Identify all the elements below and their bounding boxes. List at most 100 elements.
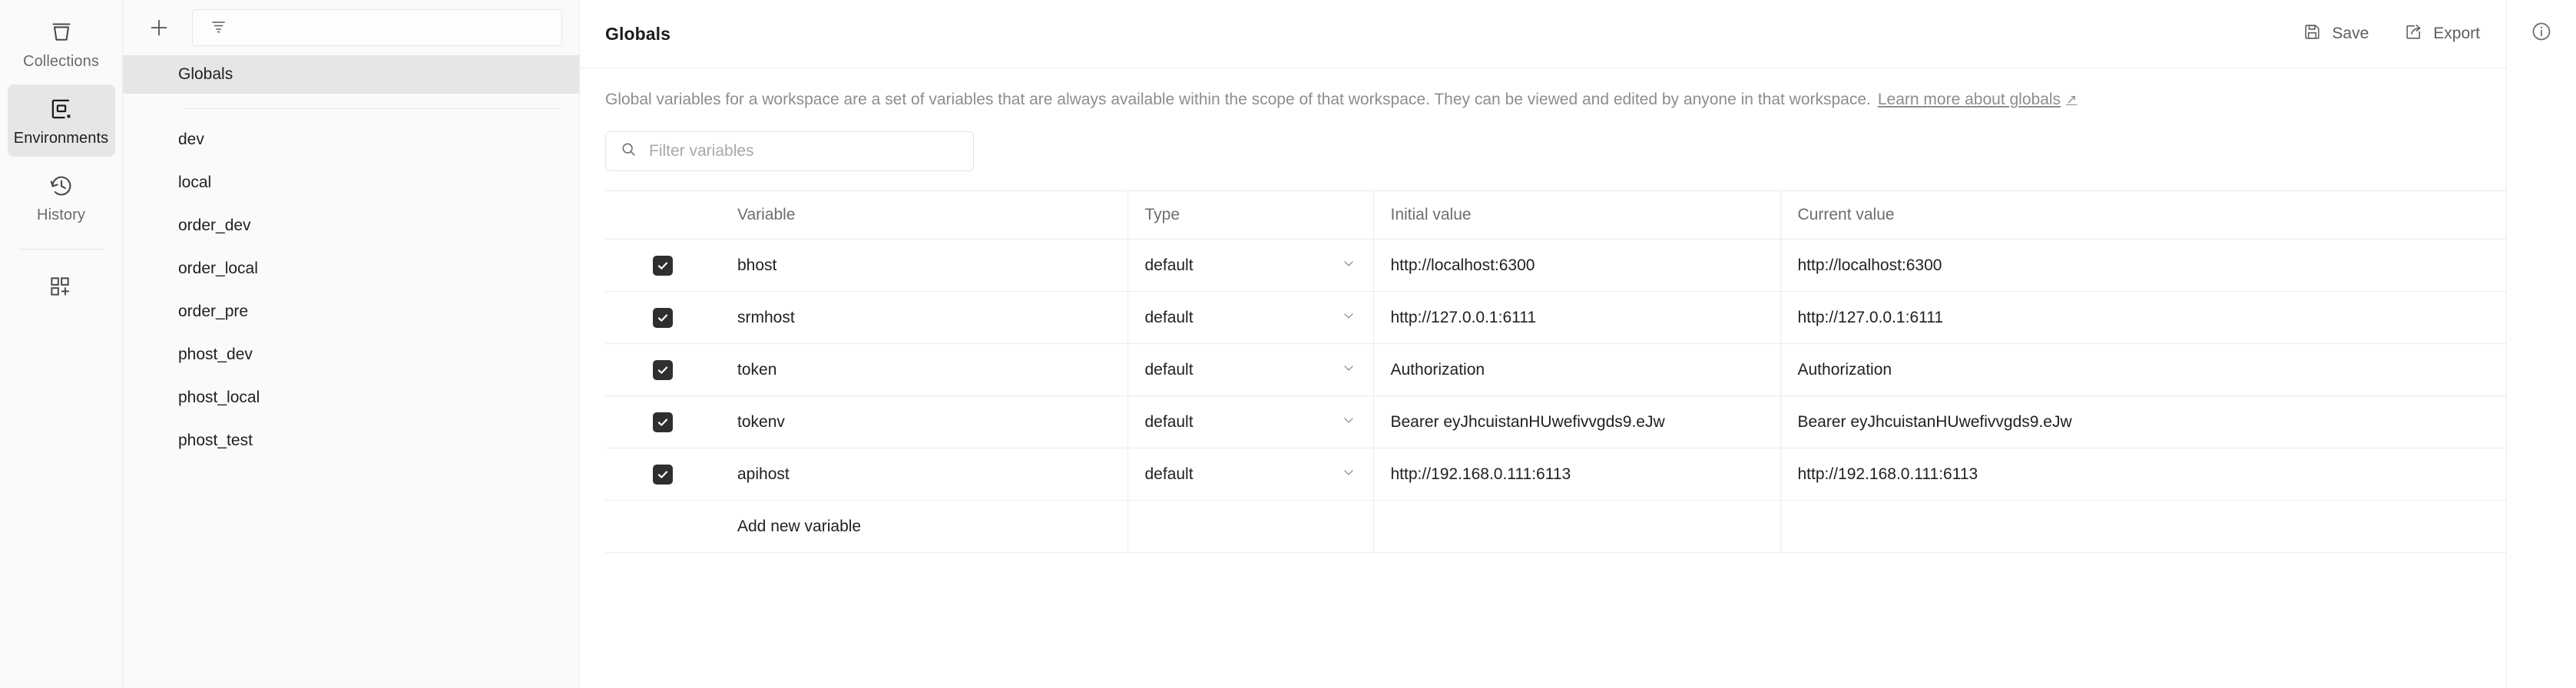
cell-type[interactable]: default xyxy=(1127,343,1374,396)
filter-icon xyxy=(210,17,228,39)
main-content: Globals Save Export Global variables for… xyxy=(580,0,2576,688)
sidebar-item-environments[interactable]: Environments xyxy=(7,84,115,157)
search-icon xyxy=(620,141,637,162)
history-icon xyxy=(48,172,75,200)
export-icon xyxy=(2404,22,2423,46)
chevron-down-icon xyxy=(1341,308,1356,328)
cell-variable[interactable]: apihost xyxy=(720,448,1128,501)
cell-current-value[interactable]: http://127.0.0.1:6111 xyxy=(1780,291,2576,344)
export-label: Export xyxy=(2433,25,2480,42)
table-row: token default Authorization Authorizatio… xyxy=(605,343,2576,396)
environment-label: dev xyxy=(178,131,204,148)
variables-table: Variable Type Initial value Current valu… xyxy=(605,190,2576,553)
environment-item-order-pre[interactable]: order_pre xyxy=(123,290,579,333)
description-row: Global variables for a workspace are a s… xyxy=(580,68,2506,109)
table-body: bhost default http://localhost:6300 http… xyxy=(605,239,2576,553)
environments-list: Globals dev local order_dev order_local … xyxy=(123,55,579,688)
cell-initial-value[interactable]: Bearer eyJhcuistanHUwefivvgds9.eJw xyxy=(1373,395,1781,448)
row-enable-cell xyxy=(605,395,720,448)
cell-variable[interactable]: token xyxy=(720,343,1128,396)
new-grid-icon xyxy=(48,274,75,302)
create-environment-button[interactable] xyxy=(143,12,175,44)
cell-initial-value[interactable]: Authorization xyxy=(1373,343,1781,396)
environment-item-local[interactable]: local xyxy=(123,161,579,204)
rail-divider xyxy=(18,249,104,250)
cell-variable[interactable]: tokenv xyxy=(720,395,1128,448)
column-header-initial-value: Initial value xyxy=(1373,190,1781,240)
row-checkbox[interactable] xyxy=(653,255,673,276)
chevron-down-icon xyxy=(1341,412,1356,432)
row-checkbox[interactable] xyxy=(653,359,673,380)
row-checkbox[interactable] xyxy=(653,412,673,432)
column-header-checkbox xyxy=(605,190,720,240)
table-row: apihost default http://192.168.0.111:611… xyxy=(605,448,2576,501)
cell-type[interactable]: default xyxy=(1127,239,1374,292)
add-new-variable-input[interactable]: Add new variable xyxy=(720,500,1128,553)
row-enable-cell xyxy=(605,291,720,344)
environment-item-order-dev[interactable]: order_dev xyxy=(123,204,579,247)
filter-variables-box[interactable] xyxy=(605,131,974,171)
row-enable-cell xyxy=(605,239,720,292)
row-checkbox[interactable] xyxy=(653,307,673,328)
app-root: Collections Environments History Globals… xyxy=(0,0,2576,688)
sidebar-toolbar xyxy=(123,0,579,55)
page-title: Globals xyxy=(605,23,671,44)
environment-label: order_local xyxy=(178,260,258,277)
learn-more-link[interactable]: Learn more about globals ↗ xyxy=(1878,91,2077,109)
cell-type[interactable]: default xyxy=(1127,395,1374,448)
cell-type-value: default xyxy=(1144,412,1194,431)
export-button[interactable]: Export xyxy=(2404,22,2480,46)
environment-item-phost-local[interactable]: phost_local xyxy=(123,376,579,419)
cell-type-value: default xyxy=(1144,256,1194,274)
environments-filter-button[interactable] xyxy=(192,9,562,46)
environment-item-dev[interactable]: dev xyxy=(123,118,579,161)
environments-sidebar: Globals dev local order_dev order_local … xyxy=(123,0,580,688)
environment-label: phost_test xyxy=(178,432,253,449)
cell-current-value[interactable]: http://localhost:6300 xyxy=(1780,239,2576,292)
new-row-enable-cell xyxy=(605,500,720,553)
environment-item-phost-dev[interactable]: phost_dev xyxy=(123,333,579,376)
info-icon xyxy=(2530,22,2553,46)
table-row: srmhost default http://127.0.0.1:6111 ht… xyxy=(605,291,2576,344)
right-rail xyxy=(2506,0,2576,688)
cell-current-value[interactable]: http://192.168.0.111:6113 xyxy=(1780,448,2576,501)
cell-initial-value[interactable]: http://127.0.0.1:6111 xyxy=(1373,291,1781,344)
new-row-initial-value-cell[interactable] xyxy=(1373,500,1781,553)
row-checkbox[interactable] xyxy=(653,464,673,485)
add-new-variable-row: Add new variable xyxy=(605,500,2576,553)
environment-item-globals[interactable]: Globals xyxy=(123,55,579,94)
environment-label: phost_dev xyxy=(178,346,253,363)
cell-initial-value[interactable]: http://192.168.0.111:6113 xyxy=(1373,448,1781,501)
cell-current-value[interactable]: Bearer eyJhcuistanHUwefivvgds9.eJw xyxy=(1780,395,2576,448)
new-row-type-cell[interactable] xyxy=(1127,500,1374,553)
row-enable-cell xyxy=(605,343,720,396)
chevron-down-icon xyxy=(1341,256,1356,276)
search-input[interactable] xyxy=(649,142,959,160)
rail-label-history: History xyxy=(37,207,85,223)
sidebar-item-history[interactable]: History xyxy=(8,161,115,233)
sidebar-item-collections[interactable]: Collections xyxy=(8,8,115,80)
variables-table-wrap: Variable Type Initial value Current valu… xyxy=(580,171,2576,553)
environment-label: order_dev xyxy=(178,217,251,234)
cell-type-value: default xyxy=(1144,360,1194,379)
main-header: Globals Save Export xyxy=(580,0,2506,68)
environment-item-phost-test[interactable]: phost_test xyxy=(123,419,579,462)
environment-label: phost_local xyxy=(178,389,260,406)
environment-item-order-local[interactable]: order_local xyxy=(123,247,579,290)
new-row-current-value-cell[interactable] xyxy=(1780,500,2576,553)
environments-divider xyxy=(183,108,559,109)
environments-icon xyxy=(48,95,75,123)
environment-label: order_pre xyxy=(178,303,249,320)
info-button[interactable] xyxy=(2530,20,2553,47)
cell-initial-value[interactable]: http://localhost:6300 xyxy=(1373,239,1781,292)
new-grid-button[interactable] xyxy=(8,263,115,311)
cell-type[interactable]: default xyxy=(1127,448,1374,501)
column-header-type: Type xyxy=(1127,190,1374,240)
cell-type[interactable]: default xyxy=(1127,291,1374,344)
rail-label-collections: Collections xyxy=(23,53,99,70)
cell-variable[interactable]: bhost xyxy=(720,239,1128,292)
cell-type-value: default xyxy=(1144,308,1194,326)
save-button[interactable]: Save xyxy=(2303,22,2369,46)
cell-current-value[interactable]: Authorization xyxy=(1780,343,2576,396)
cell-variable[interactable]: srmhost xyxy=(720,291,1128,344)
